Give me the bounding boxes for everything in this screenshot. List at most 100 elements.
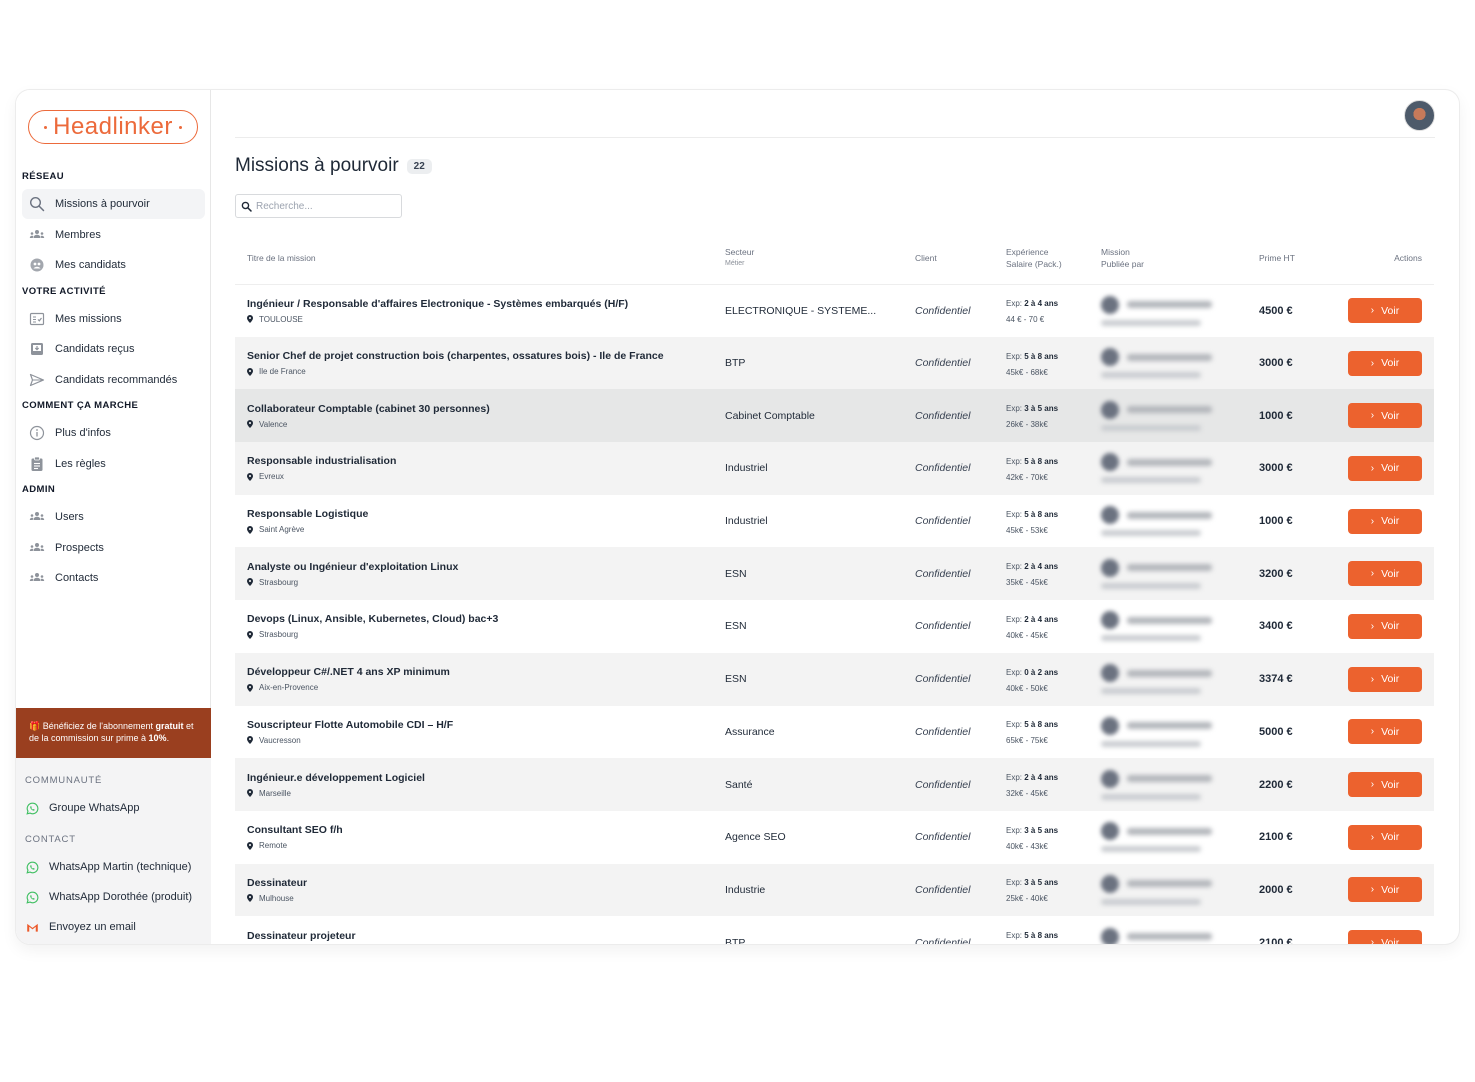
col-header-title[interactable]: Titre de la mission (235, 232, 725, 284)
sidebar-link-whatsapp-dorothee-produit[interactable]: WhatsApp Dorothée (produit) (25, 882, 211, 912)
sidebar-bottom: COMMUNAUTÉ Groupe WhatsApp CONTACT Whats… (16, 758, 211, 944)
publisher-name-blurred (1127, 458, 1212, 466)
experience-text: Exp: 5 à 8 ans (1006, 457, 1058, 466)
voir-button[interactable]: › Voir (1348, 772, 1422, 798)
voir-button[interactable]: › Voir (1348, 930, 1422, 944)
mission-title[interactable]: Consultant SEO f/h (247, 824, 725, 836)
sidebar-link-groupe-whatsapp[interactable]: Groupe WhatsApp (25, 793, 211, 823)
sidebar-item-plus-d-infos[interactable]: Plus d'infos (22, 418, 205, 448)
mission-title-cell: Ingénieur.e développement Logiciel Marsei… (235, 758, 725, 811)
publisher-company-blurred (1101, 793, 1201, 800)
user-avatar[interactable] (1404, 100, 1435, 131)
mission-title[interactable]: Dessinateur (247, 877, 725, 889)
col-header-mission[interactable]: Mission Publiée par (1101, 232, 1259, 284)
sidebar-item-candidats-recommandes[interactable]: Candidats recommandés (22, 365, 205, 395)
col-header-exp-label: Expérience (1006, 246, 1049, 257)
publisher-cell (1101, 442, 1259, 495)
mission-title[interactable]: Ingénieur / Responsable d'affaires Elect… (247, 298, 725, 310)
sidebar-link-envoyez-un-email[interactable]: Envoyez un email (25, 912, 211, 942)
voir-button[interactable]: › Voir (1348, 298, 1422, 324)
voir-button[interactable]: › Voir (1348, 561, 1422, 587)
sidebar-item-prospects[interactable]: Prospects (22, 533, 205, 563)
table-row[interactable]: Consultant SEO f/h Remote Agence SEO Confid… (235, 811, 1434, 864)
mission-title[interactable]: Senior Chef de projet construction bois … (247, 350, 725, 362)
sidebar-item-les-regles[interactable]: Les règles (22, 449, 205, 479)
sidebar-item-users[interactable]: Users (22, 502, 205, 532)
experience-cell: Exp: 5 à 8 ans27k€ - 36k€ (1006, 916, 1101, 944)
sidebar-item-candidats-recus[interactable]: Candidats reçus (22, 334, 205, 364)
sidebar-item-mes-candidats[interactable]: Mes candidats (22, 250, 205, 280)
table-row[interactable]: Dessinateur Mulhouse Industrie Confidentiel… (235, 863, 1434, 917)
search-icon (29, 196, 45, 212)
sidebar-item-missions-a-pourvoir[interactable]: Missions à pourvoir (22, 189, 205, 219)
publisher-avatar (1101, 664, 1119, 683)
voir-button[interactable]: › Voir (1348, 613, 1422, 639)
mission-title[interactable]: Développeur C#/.NET 4 ans XP minimum (247, 666, 725, 678)
experience-cell: Exp: 2 à 4 ans 40k€ - 45k€ (1006, 600, 1101, 653)
promo-banner[interactable]: 🎁 Bénéficiez de l'abonnement gratuit et … (16, 708, 211, 758)
exp-prefix: Exp: (1006, 404, 1025, 414)
voir-button[interactable]: › Voir (1348, 403, 1422, 429)
col-header-sector[interactable]: Secteur Métier (725, 232, 915, 284)
prime-cell: 3200 € (1259, 567, 1293, 580)
table-row[interactable]: Collaborateur Comptable (cabinet 30 pers… (235, 389, 1434, 443)
mission-title[interactable]: Souscripteur Flotte Automobile CDI – H/F (247, 719, 725, 731)
mission-title[interactable]: Responsable Logistique (247, 508, 725, 520)
publisher-avatar (1101, 822, 1119, 841)
location-pin-icon (247, 630, 253, 639)
sidebar-item-contacts[interactable]: Contacts (22, 563, 205, 593)
voir-label: Voir (1381, 462, 1400, 475)
client-cell: Confidentiel (915, 567, 971, 580)
voir-button[interactable]: › Voir (1348, 350, 1422, 376)
chevron-right-icon: › (1370, 726, 1375, 738)
client-cell: Confidentiel (915, 304, 971, 317)
experience-text: Exp: 2 à 4 ans (1006, 299, 1058, 308)
location-text: Mulhouse (259, 893, 294, 903)
voir-button[interactable]: › Voir (1348, 877, 1422, 903)
mission-title[interactable]: Devops (Linux, Ansible, Kubernetes, Clou… (247, 613, 725, 625)
action-cell: › Voir (1334, 916, 1434, 944)
search-field[interactable] (235, 194, 402, 218)
table-row[interactable]: Dessinateur projeteurPoitierBTP Confident… (235, 916, 1434, 944)
voir-button[interactable]: › Voir (1348, 666, 1422, 692)
sidebar-item-label: Membres (55, 228, 101, 241)
mission-title-cell: Devops (Linux, Ansible, Kubernetes, Clou… (235, 600, 725, 653)
headlinker-logo[interactable]: Headlinker (28, 110, 198, 144)
sidebar-link-whatsapp-martin-technique[interactable]: WhatsApp Martin (technique) (25, 852, 211, 882)
col-header-prime[interactable]: Prime HT (1259, 232, 1334, 284)
sector-cell: Agence SEO (725, 831, 786, 844)
chevron-right-icon: › (1370, 462, 1375, 474)
client-cell: Confidentiel (915, 936, 971, 944)
mission-title[interactable]: Ingénieur.e développement Logiciel (247, 772, 725, 784)
sidebar-item-membres[interactable]: Membres (22, 220, 205, 250)
search-input[interactable] (256, 200, 396, 212)
mission-title[interactable]: Dessinateur projeteur (247, 930, 725, 942)
mission-title[interactable]: Responsable industrialisation (247, 455, 725, 467)
table-row[interactable]: Ingénieur / Responsable d'affaires Elect… (235, 284, 1434, 337)
voir-label: Voir (1381, 673, 1400, 686)
col-header-actions: Actions (1394, 252, 1422, 263)
table-row[interactable]: Ingénieur.e développement Logiciel Marsei… (235, 758, 1434, 811)
mission-title[interactable]: Collaborateur Comptable (cabinet 30 pers… (247, 403, 725, 415)
table-row[interactable]: Développeur C#/.NET 4 ans XP minimum Aix-… (235, 652, 1434, 706)
voir-button[interactable]: › Voir (1348, 455, 1422, 481)
voir-button[interactable]: › Voir (1348, 719, 1422, 745)
table-row[interactable]: Devops (Linux, Ansible, Kubernetes, Clou… (235, 600, 1434, 653)
table-row[interactable]: Responsable Logistique Saint Agrève Indust… (235, 495, 1434, 548)
sidebar-item-mes-missions[interactable]: Mes missions (22, 304, 205, 334)
table-row[interactable]: Responsable industrialisation Evreux Indus… (235, 442, 1434, 495)
voir-button[interactable]: › Voir (1348, 508, 1422, 534)
col-header-experience[interactable]: Expérience Salaire (Pack.) (1006, 232, 1101, 284)
location-pin-icon (247, 472, 253, 481)
voir-button[interactable]: › Voir (1348, 824, 1422, 850)
table-row[interactable]: Senior Chef de projet construction bois … (235, 336, 1434, 390)
col-header-client[interactable]: Client (915, 232, 1006, 284)
sidebar-item-label: Plus d'infos (55, 427, 111, 439)
mission-title[interactable]: Analyste ou Ingénieur d'exploitation Lin… (247, 561, 725, 573)
main-content: Missions à pourvoir 22 Titre de la missi… (211, 90, 1459, 944)
experience-text: Exp: 2 à 4 ans (1006, 615, 1058, 624)
action-cell: › Voir (1334, 284, 1434, 337)
table-row[interactable]: Analyste ou Ingénieur d'exploitation Lin… (235, 547, 1434, 601)
table-row[interactable]: Souscripteur Flotte Automobile CDI – H/F… (235, 706, 1434, 759)
nav-section-title: COMMENT ÇA MARCHE (22, 400, 139, 411)
